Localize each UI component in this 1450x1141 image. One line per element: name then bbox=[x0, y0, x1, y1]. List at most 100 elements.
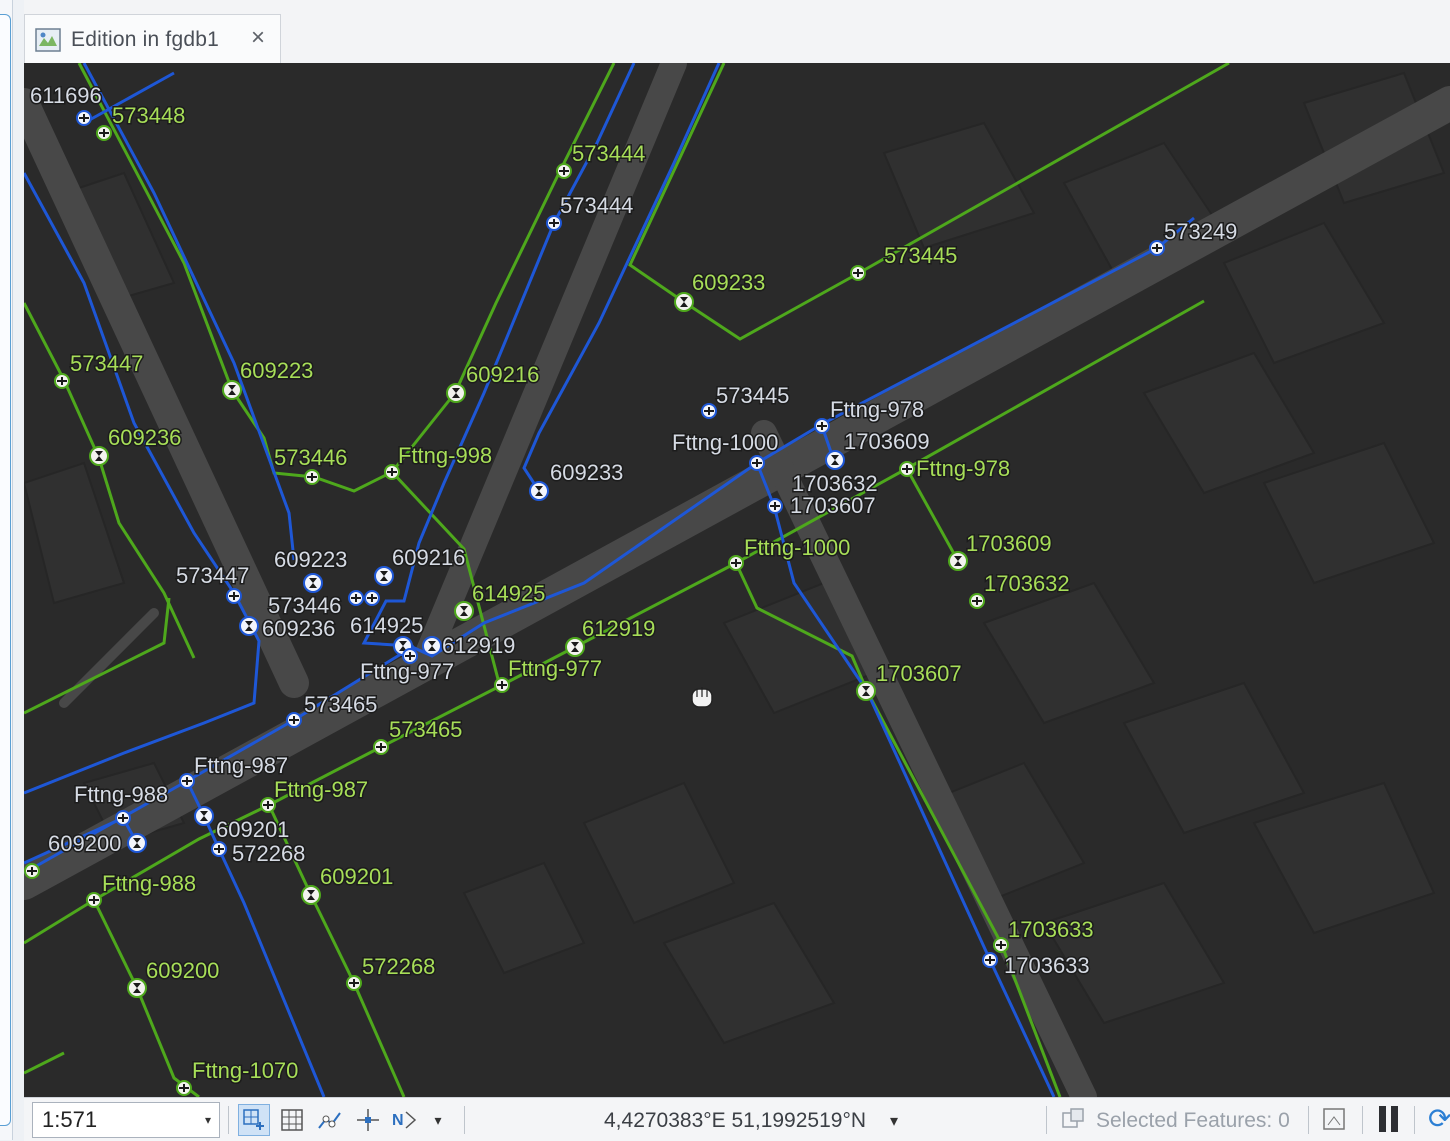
green-node-marker[interactable] bbox=[89, 446, 109, 466]
blue-feature-label: 609200 bbox=[48, 831, 121, 856]
separator bbox=[1414, 1106, 1415, 1134]
green-node-marker[interactable] bbox=[176, 1080, 192, 1096]
map-extent-icon[interactable] bbox=[1322, 1107, 1348, 1133]
green-node-marker[interactable] bbox=[24, 863, 40, 879]
green-feature-label: 1703609 bbox=[966, 531, 1052, 556]
green-feature-label: 573444 bbox=[572, 141, 645, 166]
blue-node-marker[interactable] bbox=[701, 403, 717, 419]
close-icon[interactable]: × bbox=[248, 26, 268, 50]
grid-button[interactable] bbox=[276, 1104, 308, 1136]
refresh-icon[interactable]: ⟳ bbox=[1428, 1104, 1450, 1134]
green-node-marker[interactable] bbox=[54, 373, 70, 389]
green-node-marker[interactable] bbox=[899, 461, 915, 477]
blue-node-marker[interactable] bbox=[194, 806, 214, 826]
pan-hand-icon bbox=[691, 687, 713, 708]
blue-node-marker[interactable] bbox=[239, 616, 259, 636]
green-node-marker[interactable] bbox=[494, 677, 510, 693]
blue-node-marker[interactable] bbox=[211, 841, 227, 857]
north-arrow-icon: N bbox=[392, 1111, 417, 1129]
selected-features-count[interactable]: Selected Features: 0 bbox=[1096, 1109, 1290, 1133]
blue-feature-label: Fttng-987 bbox=[194, 753, 288, 778]
blue-node-marker[interactable] bbox=[348, 590, 364, 606]
green-feature-label: 609216 bbox=[466, 362, 539, 387]
blue-feature-label: Fttng-1000 bbox=[672, 430, 778, 455]
coordinate-format-chevron-icon[interactable]: ▾ bbox=[890, 1111, 898, 1131]
blue-node-marker[interactable] bbox=[303, 573, 323, 593]
green-node-marker[interactable] bbox=[674, 292, 694, 312]
blue-feature-label: 1703607 bbox=[790, 493, 876, 518]
blue-node-marker[interactable] bbox=[115, 810, 131, 826]
blue-node-marker[interactable] bbox=[982, 952, 998, 968]
green-node-marker[interactable] bbox=[856, 681, 876, 701]
blue-feature-label: 573249 bbox=[1164, 219, 1237, 244]
separator bbox=[228, 1106, 229, 1134]
pause-drawing-button[interactable] bbox=[1379, 1106, 1401, 1132]
green-node-marker[interactable] bbox=[127, 978, 147, 998]
blue-feature-label: 614925 bbox=[350, 613, 423, 638]
blue-node-marker[interactable] bbox=[422, 636, 442, 656]
green-feature-label: 612919 bbox=[582, 616, 655, 641]
blue-node-marker[interactable] bbox=[546, 215, 562, 231]
blue-node-marker[interactable] bbox=[1149, 240, 1165, 256]
green-feature-label: Fttng-1070 bbox=[192, 1058, 298, 1083]
green-feature-label: 609233 bbox=[692, 270, 765, 295]
blue-node-marker[interactable] bbox=[364, 590, 380, 606]
north-arrow-button[interactable]: N bbox=[388, 1104, 420, 1136]
separator bbox=[464, 1106, 465, 1134]
crosshair-button[interactable] bbox=[352, 1104, 384, 1136]
tab-edition-in-fgdb1[interactable]: Edition in fgdb1 × bbox=[24, 14, 281, 64]
green-node-marker[interactable] bbox=[86, 892, 102, 908]
blue-node-marker[interactable] bbox=[179, 773, 195, 789]
snapping-button[interactable] bbox=[314, 1104, 346, 1136]
green-feature-label: Fttng-1000 bbox=[744, 535, 850, 560]
green-node-marker[interactable] bbox=[969, 593, 985, 609]
green-feature-label: 573447 bbox=[70, 351, 143, 376]
green-node-marker[interactable] bbox=[556, 163, 572, 179]
blue-node-marker[interactable] bbox=[814, 418, 830, 434]
green-node-marker[interactable] bbox=[384, 464, 400, 480]
blue-feature-label: Fttng-978 bbox=[830, 397, 924, 422]
green-node-marker[interactable] bbox=[948, 551, 968, 571]
blue-feature-label: 1703633 bbox=[1004, 953, 1090, 978]
blue-node-marker[interactable] bbox=[825, 450, 845, 470]
more-tools-button[interactable]: ▾ bbox=[422, 1104, 454, 1136]
blue-node-marker[interactable] bbox=[767, 498, 783, 514]
fixed-zoom-in-button[interactable] bbox=[238, 1104, 270, 1136]
green-feature-label: Fttng-978 bbox=[916, 456, 1010, 481]
chevron-down-icon: ▾ bbox=[434, 1111, 442, 1128]
chevron-down-icon[interactable]: ▾ bbox=[205, 1113, 219, 1127]
blue-node-marker[interactable] bbox=[529, 481, 549, 501]
green-node-marker[interactable] bbox=[993, 937, 1009, 953]
green-node-marker[interactable] bbox=[373, 739, 389, 755]
scale-dropdown[interactable]: 1:571 ▾ bbox=[32, 1102, 220, 1138]
green-node-marker[interactable] bbox=[850, 265, 866, 281]
left-pane-border bbox=[0, 14, 11, 1126]
grid-plus-icon bbox=[243, 1109, 264, 1130]
blue-node-marker[interactable] bbox=[127, 833, 147, 853]
blue-node-marker[interactable] bbox=[76, 110, 92, 126]
green-node-marker[interactable] bbox=[304, 469, 320, 485]
green-feature-label: 1703632 bbox=[984, 571, 1070, 596]
green-node-marker[interactable] bbox=[346, 975, 362, 991]
green-feature-label: 614925 bbox=[472, 581, 545, 606]
green-feature-label: 609201 bbox=[320, 864, 393, 889]
blue-feature-label: 612919 bbox=[442, 633, 515, 658]
scale-value: 1:571 bbox=[42, 1107, 98, 1132]
blue-feature-label: 573447 bbox=[176, 563, 249, 588]
blue-node-marker[interactable] bbox=[226, 588, 242, 604]
green-feature-label: 573445 bbox=[884, 243, 957, 268]
green-node-marker[interactable] bbox=[728, 555, 744, 571]
green-node-marker[interactable] bbox=[222, 380, 242, 400]
blue-node-marker[interactable] bbox=[286, 712, 302, 728]
green-node-marker[interactable] bbox=[260, 797, 276, 813]
blue-node-marker[interactable] bbox=[374, 566, 394, 586]
map-view[interactable]: 573448 573444 573445 609233 573447 609223 6092… bbox=[24, 63, 1450, 1097]
green-node-marker[interactable] bbox=[454, 601, 474, 621]
map-canvas[interactable]: 573448 573444 573445 609233 573447 609223 6092… bbox=[24, 63, 1450, 1097]
green-feature-label: 573448 bbox=[112, 103, 185, 128]
green-feature-label: 609200 bbox=[146, 958, 219, 983]
blue-node-marker[interactable] bbox=[749, 455, 765, 471]
green-node-marker[interactable] bbox=[446, 383, 466, 403]
green-node-marker[interactable] bbox=[301, 885, 321, 905]
green-node-marker[interactable] bbox=[96, 125, 112, 141]
